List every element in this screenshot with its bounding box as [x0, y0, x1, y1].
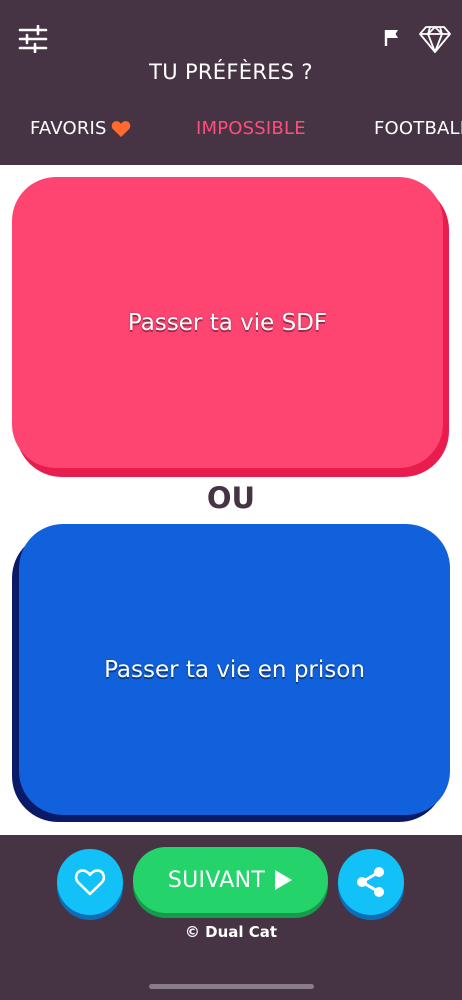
header: TU PRÉFÈRES ? FAVORIS IMPOSSIBLE FOOTBAL… [0, 0, 462, 165]
play-icon [275, 870, 293, 890]
share-button[interactable] [338, 849, 404, 915]
option-b-card[interactable]: Passer ta vie en prison [19, 524, 450, 815]
diamond-icon [419, 26, 451, 53]
heart-icon [111, 120, 130, 137]
settings-button[interactable] [14, 20, 52, 58]
share-icon [357, 867, 384, 897]
tab-favoris-label: FAVORIS [30, 118, 107, 139]
category-tabs: FAVORIS IMPOSSIBLE FOOTBALL [0, 110, 462, 150]
copyright: © Dual Cat [184, 923, 278, 941]
tab-football[interactable]: FOOTBALL [374, 118, 462, 139]
footer: SUIVANT © Dual Cat [0, 835, 462, 1000]
like-button[interactable] [57, 849, 123, 915]
or-separator: OU [206, 481, 256, 515]
heart-outline-icon [74, 869, 106, 896]
tab-favoris[interactable]: FAVORIS [30, 118, 131, 139]
home-indicator[interactable] [149, 984, 314, 989]
tab-impossible[interactable]: IMPOSSIBLE [196, 118, 306, 139]
option-a-text: Passer ta vie SDF [127, 309, 328, 336]
report-button[interactable] [378, 24, 406, 52]
flag-icon [384, 30, 398, 46]
page-title: TU PRÉFÈRES ? [149, 60, 313, 84]
next-button-label: SUIVANT [167, 867, 266, 893]
next-button[interactable]: SUIVANT [133, 847, 328, 913]
premium-button[interactable] [416, 20, 454, 58]
option-b-text: Passer ta vie en prison [104, 656, 365, 683]
sliders-icon [18, 25, 48, 53]
option-a-card[interactable]: Passer ta vie SDF [12, 177, 443, 468]
